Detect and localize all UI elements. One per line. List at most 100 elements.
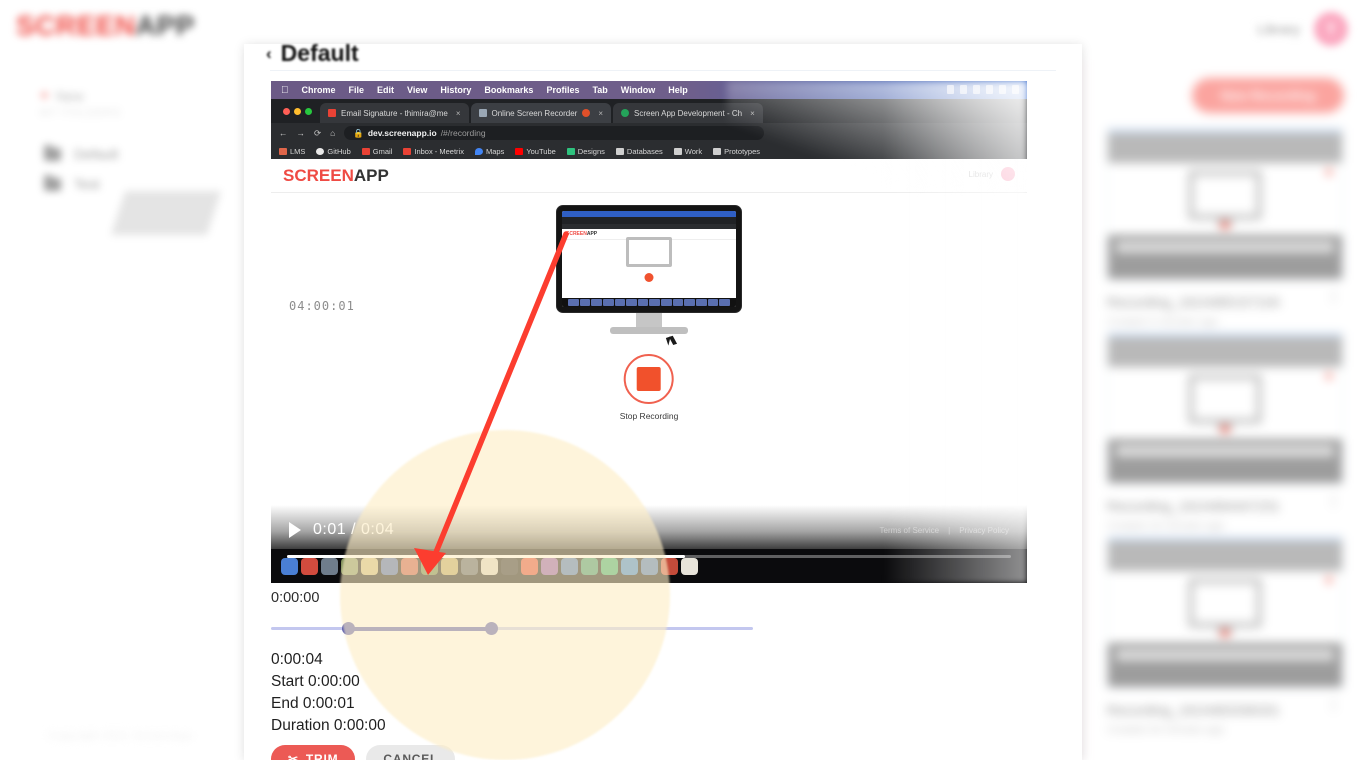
video-progress-bar[interactable] (287, 555, 1011, 558)
recording-title: Recording_1610485157104 (1107, 294, 1280, 310)
trim-range-end: 0:00:04 (271, 651, 323, 668)
video-player[interactable]:  Chrome File Edit View History Bookmark… (271, 81, 1027, 583)
close-window-icon[interactable] (283, 107, 290, 115)
trim-slider-start-handle[interactable] (342, 622, 355, 635)
monitor-icon (1188, 578, 1262, 628)
thumb-dock (1108, 439, 1342, 483)
recording-card[interactable]: Recording_1610485157104 Created 4 minute… (1107, 128, 1343, 328)
record-dot-icon (1221, 629, 1229, 637)
stop-recording-label: Stop Recording (619, 411, 679, 421)
bookmark-designs[interactable]: Designs (566, 147, 605, 156)
bookmark-prototypes[interactable]: Prototypes (713, 147, 760, 156)
reload-icon[interactable]: ⟳ (314, 128, 321, 139)
bookmark-databases[interactable]: Databases (615, 146, 663, 156)
sidebar-item-default[interactable]: Default (44, 144, 118, 162)
terms-of-service-link[interactable]: Terms of Service (880, 526, 940, 535)
browser-tab[interactable]: Email Signature - thimira@me × (320, 103, 469, 123)
close-tab-icon[interactable]: × (456, 109, 461, 118)
monitor-icon (1188, 374, 1262, 424)
nested-record-icon (644, 273, 654, 282)
trim-values: 0:00:04 Start 0:00:00 End 0:00:01 Durati… (271, 649, 1027, 737)
bookmark-gmail[interactable]: Gmail (361, 146, 393, 156)
folder-icon (44, 174, 61, 191)
thumb-dock (1108, 643, 1342, 687)
sidebar-subtitle: MY FOLDERS (40, 107, 122, 119)
close-tab-icon[interactable]: × (598, 109, 603, 118)
bookmark-label: Databases (626, 146, 663, 156)
gmail-favicon-icon (328, 109, 336, 117)
thumb-browser-bar (1108, 129, 1342, 163)
avatar[interactable]: T (1314, 12, 1348, 46)
recorded-logo-second: APP (353, 165, 389, 185)
thumb-accent-dot (1326, 577, 1332, 583)
menu-bookmarks: Bookmarks (476, 85, 533, 95)
bookmark-label: YouTube (526, 146, 556, 156)
home-icon[interactable]: ⌂ (330, 128, 335, 138)
recorded-header-right: Library (969, 167, 1015, 181)
browser-tabstrip: Email Signature - thimira@me × Online Sc… (271, 99, 1027, 123)
library-link[interactable]: Library (1257, 21, 1300, 37)
back-chevron-icon[interactable]: ‹ (266, 44, 272, 64)
close-tab-icon[interactable]: × (750, 109, 755, 118)
thumb-browser-bar (1108, 333, 1342, 367)
recording-thumbnail (1107, 536, 1343, 688)
bookmark-lms[interactable]: LMS (279, 147, 305, 156)
bookmark-label: Gmail (372, 146, 393, 156)
trim-slider-selection[interactable] (348, 626, 491, 631)
kebab-menu-icon[interactable]: ⋮ (1326, 493, 1341, 508)
bookmark-work[interactable]: Work (673, 147, 702, 156)
sidebar-selection-highlight (110, 191, 222, 235)
recording-subtitle: Created 4 minutes ago (1107, 316, 1219, 328)
trim-start-value: Start 0:00:00 (271, 673, 360, 690)
browser-tab[interactable]: Screen App Development - Ch × (613, 103, 763, 123)
address-bar[interactable]: 🔒 dev.screenapp.io/#/recording (344, 126, 765, 140)
scissors-icon: ✂ (288, 752, 299, 760)
bookmark-maps[interactable]: Maps (474, 147, 504, 156)
trim-button-label: TRIM (305, 752, 339, 760)
stop-recording-circle[interactable] (624, 354, 674, 404)
menu-tab: Tab (584, 85, 607, 95)
app-logo-first: SCREEN (16, 10, 136, 41)
whatsapp-favicon-icon (621, 109, 629, 117)
bookmark-inbox-meetrix[interactable]: Inbox - Meetrix (403, 147, 464, 156)
bookmark-youtube[interactable]: YouTube (515, 146, 556, 156)
thumb-body (1108, 163, 1342, 235)
menu-chrome: Chrome (294, 85, 336, 95)
monitor-stand-neck (636, 313, 662, 327)
window-traffic-lights[interactable] (277, 99, 318, 123)
recording-subtitle: Created 34 minutes ago (1107, 724, 1225, 736)
video-frame:  Chrome File Edit View History Bookmark… (271, 81, 1027, 583)
kebab-menu-icon[interactable]: ⋮ (1326, 697, 1341, 712)
trim-slider-end-handle[interactable] (485, 622, 498, 635)
cancel-button[interactable]: CANCEL (366, 745, 456, 760)
new-folder-button[interactable]: + New (40, 87, 84, 104)
mac-menubar:  Chrome File Edit View History Bookmark… (271, 81, 1027, 99)
screen-favicon-icon (478, 109, 487, 117)
new-folder-label: New (55, 87, 84, 104)
sidebar-item-test[interactable]: Test (44, 174, 100, 192)
menu-history: History (432, 85, 471, 95)
privacy-policy-link[interactable]: Privacy Policy (959, 526, 1009, 535)
bookmark-label: GitHub (327, 146, 351, 156)
nested-monitor-icon (626, 237, 672, 267)
kebab-menu-icon[interactable]: ⋮ (1326, 289, 1341, 304)
menubar-status-icons (947, 85, 1019, 94)
recorded-logo-first: SCREEN (283, 165, 354, 185)
new-recording-button[interactable]: New Recording (1192, 78, 1344, 113)
back-icon[interactable]: ← (279, 128, 288, 138)
minimize-window-icon[interactable] (294, 107, 301, 115)
forward-icon[interactable]: → (297, 128, 306, 138)
maximize-window-icon[interactable] (305, 107, 312, 115)
recording-subtitle: Created 16 minutes ago (1107, 520, 1225, 532)
play-icon[interactable] (289, 522, 301, 538)
recording-card[interactable]: Recording_1610484447231 Created 16 minut… (1107, 332, 1343, 532)
recording-card[interactable]: Recording_1610483336331 Created 34 minut… (1107, 536, 1343, 736)
bookmark-github[interactable]: GitHub (316, 146, 351, 156)
stop-recording-control[interactable]: Stop Recording (619, 354, 679, 421)
trim-slider[interactable] (271, 615, 753, 643)
menu-view: View (399, 85, 427, 95)
app-logo[interactable]: SCREENAPP (16, 10, 195, 42)
screenapp-window: SCREENAPP Library T + New MY FOLDERS Def… (0, 0, 1366, 760)
browser-tab[interactable]: Online Screen Recorder × (470, 103, 611, 123)
trim-button[interactable]: ✂ TRIM (271, 745, 356, 760)
